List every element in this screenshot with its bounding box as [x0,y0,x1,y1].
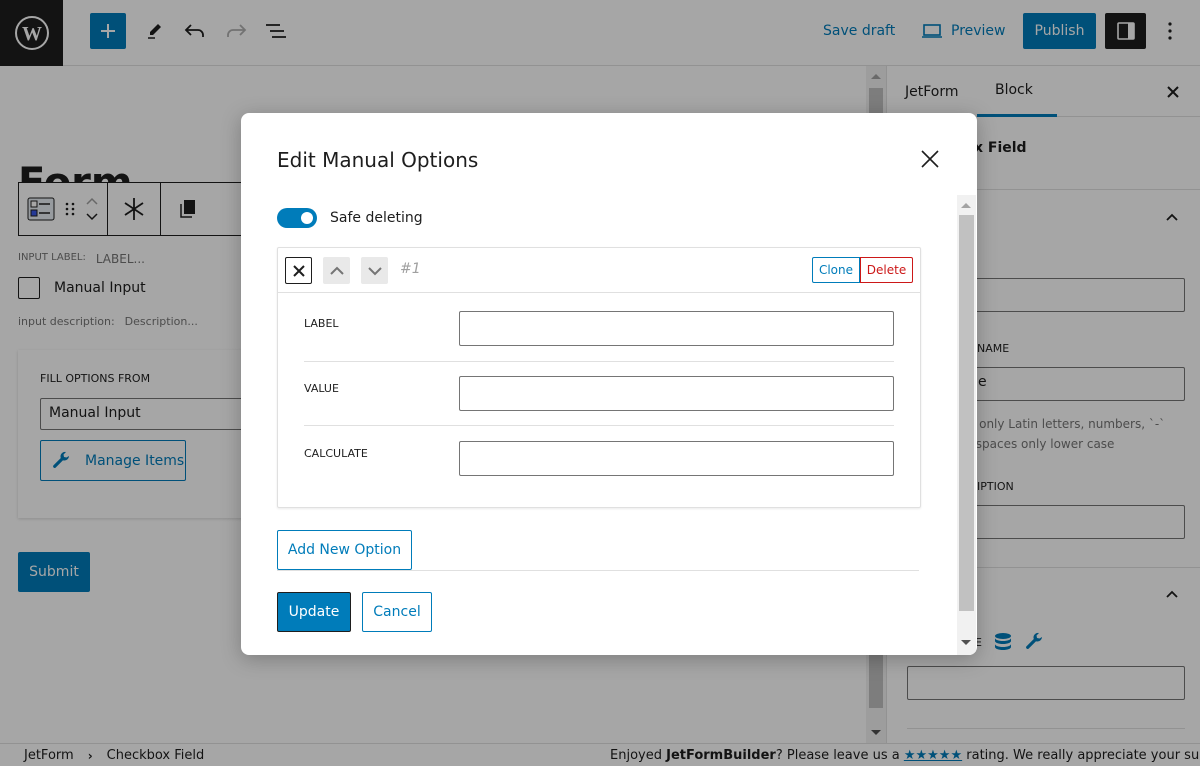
safe-deleting-toggle[interactable] [277,208,317,228]
option-calculate-caption: CALCULATE [304,447,368,460]
option-label-caption: LABEL [304,317,339,330]
chevron-down-icon [367,266,382,275]
option-field-row: LABEL [304,293,894,357]
update-button[interactable]: Update [277,592,351,632]
scrollbar-thumb[interactable] [959,215,974,611]
clone-option-button[interactable]: Clone [812,257,860,283]
option-calculate-input[interactable] [459,441,894,476]
move-option-up-button[interactable] [323,257,350,284]
chevron-up-icon [329,266,344,275]
modal-title: Edit Manual Options [277,148,479,172]
edit-manual-options-modal: Edit Manual Options Safe deleting #1 Clo… [241,113,977,655]
option-index: #1 [400,261,421,277]
scroll-up-arrow-icon[interactable] [961,203,971,208]
option-field-row: VALUE [304,358,894,422]
scroll-down-arrow-icon[interactable] [961,640,971,645]
add-new-option-button[interactable]: Add New Option [277,530,412,570]
move-option-down-button[interactable] [361,257,388,284]
option-value-caption: VALUE [304,382,339,395]
option-field-row: CALCULATE [304,423,894,487]
toggle-knob [301,212,313,224]
delete-option-button[interactable]: Delete [860,257,913,283]
safe-deleting-label: Safe deleting [330,210,423,226]
option-value-input[interactable] [459,376,894,411]
option-item: #1 Clone Delete LABEL VALUE CALCULATE [277,247,921,508]
modal-close-button[interactable] [918,147,942,171]
modal-divider [277,570,919,571]
safe-deleting-row: Safe deleting [277,208,423,228]
cancel-button[interactable]: Cancel [362,592,432,632]
close-icon [921,150,939,168]
close-icon [292,264,305,277]
option-label-input[interactable] [459,311,894,346]
modal-scrollbar[interactable] [957,195,976,655]
remove-option-button[interactable] [285,257,312,284]
option-item-header: #1 Clone Delete [278,248,920,293]
